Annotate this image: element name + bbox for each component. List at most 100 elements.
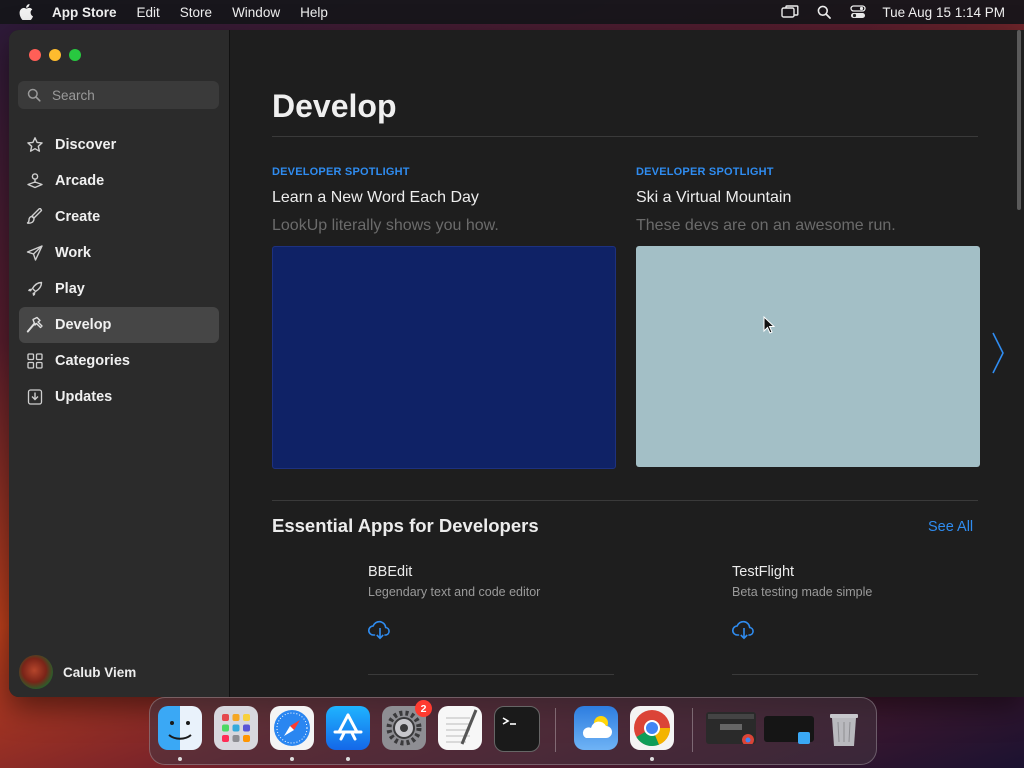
window-controls [29,49,89,61]
section-title: Essential Apps for Developers [272,515,539,536]
dock-textedit[interactable] [438,706,482,750]
dock-launchpad[interactable] [214,706,258,750]
paperplane-icon [25,243,45,263]
dock-trash[interactable] [822,706,866,750]
spotlight-image[interactable] [636,246,980,467]
dock-system-settings[interactable]: 2 [382,700,432,750]
avatar [19,655,53,689]
sidebar-item-label: Develop [55,317,112,333]
chrome-logo-icon [634,710,670,747]
sidebar-item-play[interactable]: Play [19,271,219,307]
main-content: Develop DEVELOPER SPOTLIGHT Learn a New … [230,30,1024,697]
app-description: Beta testing made simple [732,585,873,599]
star-icon [25,135,45,155]
user-name: Calub Viem [63,664,137,680]
spotlight-card[interactable]: DEVELOPER SPOTLIGHT Learn a New Word Eac… [272,166,616,469]
sidebar-item-label: Updates [55,389,113,405]
sidebar-item-label: Create [55,209,101,225]
spotlight-title: Learn a New Word Each Day [272,189,479,206]
close-window-button[interactable] [29,49,41,61]
spotlight-eyebrow: DEVELOPER SPOTLIGHT [272,166,410,178]
search-field[interactable] [18,81,219,109]
page-title: Develop [272,88,397,124]
app-description: Legendary text and code editor [368,585,541,599]
dock-minimized-finder-window[interactable] [764,716,814,744]
dock-terminal[interactable] [494,706,540,752]
spotlight-subtitle: These devs are on an awesome run. [636,217,896,234]
divider [272,500,978,501]
dock-finder[interactable] [158,706,202,750]
sidebar-item-label: Play [55,281,85,297]
app-store-a-icon [333,713,363,741]
control-center-icon[interactable] [848,4,868,20]
launchpad-grid-icon [222,714,250,742]
sidebar-item-label: Categories [55,353,130,369]
account-button[interactable]: Calub Viem [19,655,136,689]
search-input[interactable] [50,86,214,104]
sidebar-item-arcade[interactable]: Arcade [19,163,219,199]
spotlight-card[interactable]: DEVELOPER SPOTLIGHT Ski a Virtual Mounta… [636,166,980,467]
dock-google-chrome[interactable] [630,706,674,750]
spotlight-title: Ski a Virtual Mountain [636,189,792,206]
sidebar-nav: Discover Arcade Create Work Play Develop… [19,127,219,415]
sidebar-item-work[interactable]: Work [19,235,219,271]
sidebar-item-develop[interactable]: Develop [19,307,219,343]
dock-safari[interactable] [270,706,314,750]
divider [732,674,978,675]
window-thumbnail-icon [798,732,810,744]
dock-app-store[interactable] [326,706,370,750]
sidebar-item-categories[interactable]: Categories [19,343,219,379]
sidebar-item-label: Arcade [55,173,105,189]
running-indicator [650,757,654,761]
menu-app-name[interactable]: App Store [52,5,117,20]
search-icon [27,87,43,103]
app-name: TestFlight [732,564,795,580]
app-list-item[interactable]: BBEdit Legendary text and code editor [368,564,614,675]
menu-edit[interactable]: Edit [137,5,160,20]
dock-separator [692,708,693,752]
terminal-prompt-icon [502,717,516,725]
textedit-page-icon [446,709,478,745]
carousel-next-button[interactable] [988,330,1008,376]
finder-face-icon [168,721,192,740]
apple-menu-icon[interactable] [17,3,35,21]
scrollbar[interactable] [1017,30,1021,210]
menu-window[interactable]: Window [232,5,280,20]
spotlight-image[interactable] [272,246,616,469]
app-name: BBEdit [368,564,413,580]
menu-bar: App Store Edit Store Window Help Tue Aug… [0,0,1024,24]
joystick-icon [25,171,45,191]
see-all-link[interactable]: See All [928,519,973,535]
dock-separator [555,708,556,752]
minimize-window-button[interactable] [49,49,61,61]
spotlight-search-icon[interactable] [814,4,834,20]
dock-minimized-chrome-window[interactable] [706,712,756,746]
screen-mirroring-icon[interactable] [780,4,800,20]
sidebar-item-create[interactable]: Create [19,199,219,235]
paintbrush-icon [25,207,45,227]
dock-weather[interactable] [574,706,618,750]
running-indicator [290,757,294,761]
running-indicator [346,757,350,761]
trash-can-icon [830,714,858,746]
divider [272,136,978,137]
sidebar-item-discover[interactable]: Discover [19,127,219,163]
dock: 2 [149,697,877,765]
cloud-download-icon[interactable] [732,619,756,641]
spotlight-eyebrow: DEVELOPER SPOTLIGHT [636,166,774,178]
zoom-window-button[interactable] [69,49,81,61]
hammer-icon [25,315,45,335]
spotlight-subtitle: LookUp literally shows you how. [272,217,499,234]
menubar-clock[interactable]: Tue Aug 15 1:14 PM [882,5,1005,20]
notification-badge: 2 [415,700,432,717]
rocket-icon [25,279,45,299]
sidebar-item-label: Work [55,245,91,261]
cloud-download-icon[interactable] [368,619,392,641]
menu-help[interactable]: Help [300,5,328,20]
sidebar-item-updates[interactable]: Updates [19,379,219,415]
window-thumbnail-icon [708,714,754,746]
app-list-item[interactable]: TestFlight Beta testing made simple [732,564,978,675]
menu-store[interactable]: Store [180,5,212,20]
grid-icon [25,351,45,371]
divider [368,674,614,675]
